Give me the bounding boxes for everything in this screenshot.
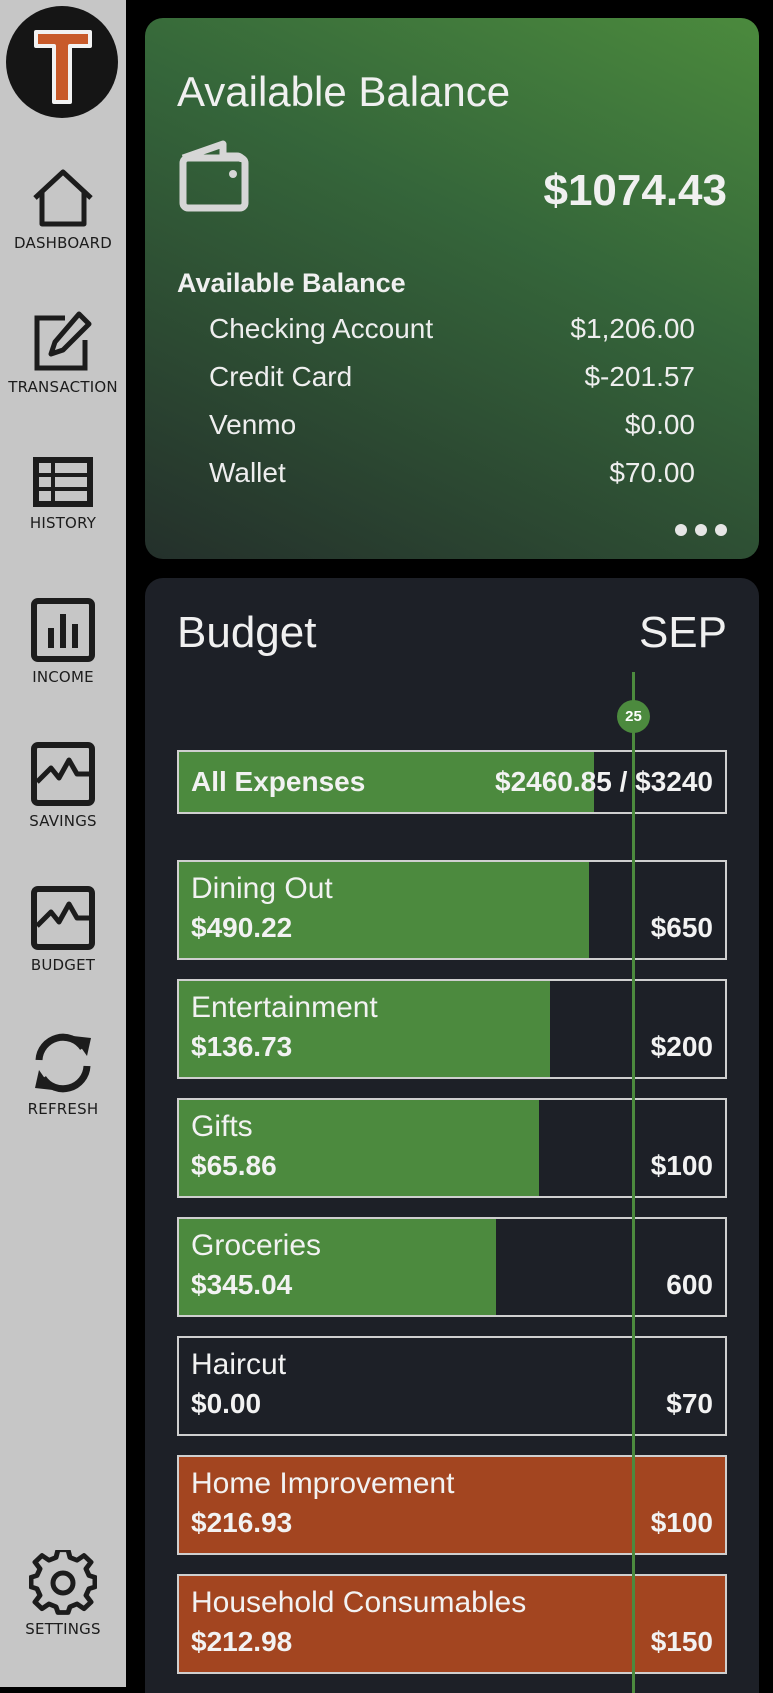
balance-total: $1074.43 — [543, 166, 727, 215]
nav-income[interactable]: INCOME — [0, 598, 126, 686]
balance-card[interactable]: Available Balance $1074.43 Available Bal… — [145, 18, 759, 559]
account-row[interactable]: Credit Card $-201.57 — [209, 361, 695, 409]
more-options-icon[interactable] — [675, 524, 727, 536]
category-spent: $216.93 — [191, 1507, 293, 1538]
table-icon — [33, 457, 93, 507]
nav-dashboard-label: DASHBOARD — [14, 234, 112, 252]
nav-savings-label: SAVINGS — [29, 812, 97, 830]
account-name: Credit Card — [209, 361, 353, 392]
account-amount: $1,206.00 — [570, 313, 695, 344]
account-amount: $-201.57 — [584, 361, 695, 392]
account-row[interactable]: Wallet $70.00 — [209, 457, 695, 505]
all-expenses-label: All Expenses — [191, 766, 366, 797]
nav-refresh[interactable]: REFRESH — [0, 1030, 126, 1118]
today-marker-line — [632, 672, 635, 1693]
account-name: Checking Account — [209, 313, 434, 344]
account-amount: $70.00 — [609, 457, 695, 488]
budget-category-bar[interactable]: Entertainment $136.73 $200 — [177, 979, 727, 1079]
nav-budget-label: BUDGET — [30, 956, 96, 974]
account-row[interactable]: Checking Account $1,206.00 — [209, 313, 695, 361]
category-name: Haircut — [191, 1348, 287, 1381]
gear-icon — [29, 1550, 97, 1615]
today-marker-badge: 25 — [617, 700, 650, 733]
nav-income-label: INCOME — [32, 668, 94, 686]
wallet-icon — [179, 140, 249, 212]
category-spent: $212.98 — [191, 1626, 293, 1657]
nav-settings[interactable]: SETTINGS — [0, 1550, 126, 1638]
budget-category-bar[interactable]: Home Improvement $216.93 $100 — [177, 1455, 727, 1555]
app-logo[interactable] — [6, 6, 118, 118]
home-icon — [33, 169, 93, 227]
category-name: Home Improvement — [191, 1467, 455, 1500]
sidebar: DASHBOARD TRANSACTION HISTORY INCOME SAV… — [0, 0, 126, 1687]
category-limit: $200 — [650, 1031, 713, 1062]
nav-history-label: HISTORY — [29, 514, 97, 532]
category-spent: $345.04 — [191, 1269, 293, 1300]
account-name: Wallet — [209, 457, 286, 488]
budget-category-bar[interactable]: Household Consumables $212.98 $150 — [177, 1574, 727, 1674]
nav-budget[interactable]: BUDGET — [0, 886, 126, 974]
nav-savings[interactable]: SAVINGS — [0, 742, 126, 830]
category-spent: $490.22 — [191, 912, 293, 943]
nav-refresh-label: REFRESH — [27, 1100, 99, 1118]
pulse-chart-icon — [31, 886, 95, 950]
category-name: Entertainment — [191, 991, 378, 1024]
category-name: Gifts — [191, 1110, 253, 1143]
edit-icon — [34, 311, 92, 371]
category-limit: $70 — [666, 1388, 713, 1419]
account-amount: $0.00 — [624, 409, 695, 440]
category-limit: 600 — [666, 1269, 713, 1300]
all-expenses-bar[interactable]: All Expenses $2460.85 / $3240 — [177, 750, 727, 814]
nav-transaction-label: TRANSACTION — [8, 378, 118, 396]
nav-settings-label: SETTINGS — [25, 1620, 101, 1638]
account-row[interactable]: Venmo $0.00 — [209, 409, 695, 457]
budget-category-bar[interactable]: Groceries $345.04 600 — [177, 1217, 727, 1317]
nav-transaction[interactable]: TRANSACTION — [0, 310, 126, 396]
budget-category-bar[interactable]: Gifts $65.86 $100 — [177, 1098, 727, 1198]
category-limit: $150 — [650, 1626, 713, 1657]
nav-dashboard[interactable]: DASHBOARD — [0, 166, 126, 252]
account-name: Venmo — [209, 409, 297, 440]
category-limit: $100 — [650, 1150, 713, 1181]
budget-title: Budget — [177, 608, 317, 657]
pulse-chart-icon — [31, 742, 95, 806]
category-name: Dining Out — [191, 872, 333, 905]
category-name: Household Consumables — [191, 1586, 527, 1619]
budget-card: Budget SEP 25 All Expenses $2460.85 / $3… — [145, 578, 759, 1693]
account-list: Checking Account $1,206.00 Credit Card $… — [209, 313, 695, 505]
nav-history[interactable]: HISTORY — [0, 454, 126, 532]
balance-title: Available Balance — [177, 68, 511, 115]
balance-subtitle: Available Balance — [177, 268, 406, 298]
category-spent: $65.86 — [191, 1150, 277, 1181]
all-expenses-amount: $2460.85 / $3240 — [495, 766, 713, 797]
bar-chart-icon — [31, 598, 95, 662]
category-spent: $0.00 — [191, 1388, 262, 1419]
refresh-icon — [35, 1033, 91, 1093]
category-limit: $100 — [650, 1507, 713, 1538]
logo-f-icon — [34, 30, 92, 104]
budget-month[interactable]: SEP — [639, 608, 727, 658]
category-spent: $136.73 — [191, 1031, 293, 1062]
category-limit: $650 — [650, 912, 713, 943]
budget-category-bar[interactable]: Haircut $0.00 $70 — [177, 1336, 727, 1436]
budget-category-bar[interactable]: Dining Out $490.22 $650 — [177, 860, 727, 960]
category-name: Groceries — [191, 1229, 322, 1262]
